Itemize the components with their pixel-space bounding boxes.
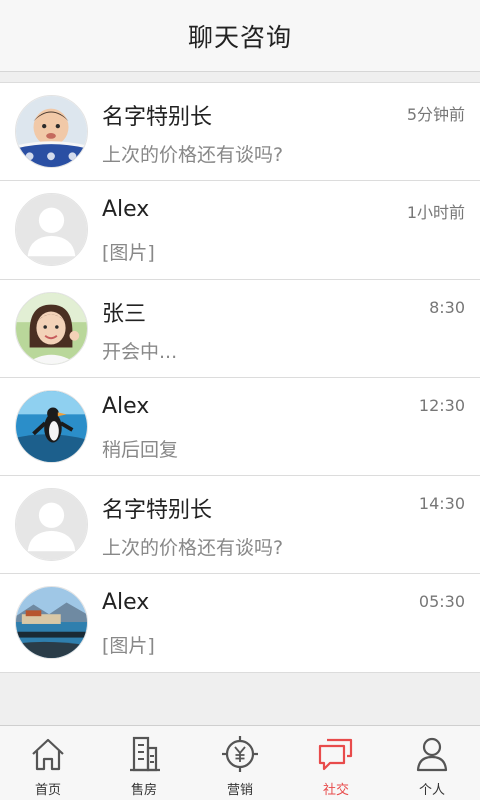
contact-name: Alex [102,590,150,616]
tab-label: 售房 [130,783,157,798]
tab-label: 首页 [34,783,61,798]
tab-profile[interactable]: 个人 [384,726,480,800]
avatar [15,193,88,267]
baby-photo-icon [16,96,87,167]
avatar [15,389,88,463]
conversation-item[interactable]: Alex [图片] 1小时前 [0,181,480,280]
conversation-item[interactable]: Alex [图片] 05:30 [0,574,480,673]
tab-sell-house[interactable]: 售房 [96,726,192,800]
page-title: 聊天咨询 [187,22,292,52]
message-time: 8:30 [429,297,465,317]
chat-bubbles-icon [318,738,353,771]
message-time: 12:30 [418,395,465,415]
message-preview: 稍后回复 [102,438,179,461]
home-icon [32,738,64,771]
default-user-icon [16,489,87,561]
message-time: 05:30 [418,592,465,612]
tab-marketing[interactable]: 营销 [192,726,288,800]
avatar [15,95,88,168]
conversation-item[interactable]: 名字特别长 上次的价格还有谈吗? 5分钟前 [0,83,480,182]
bottom-tab-bar: 首页 售房 营销 社交 个人 [0,725,480,800]
tab-label: 社交 [322,783,349,798]
conversation-item[interactable]: 张三 开会中... 8:30 [0,280,480,378]
message-time: 5分钟前 [406,105,465,124]
conversation-list: 名字特别长 上次的价格还有谈吗? 5分钟前 Alex [图片] 1小时前 张三 … [0,82,480,673]
contact-name: 张三 [102,301,147,327]
tab-label: 个人 [418,783,445,798]
conversation-item[interactable]: 名字特别长 上次的价格还有谈吗? 14:30 [0,476,480,575]
contact-name: Alex [102,393,150,419]
contact-name: 名字特别长 [102,498,213,524]
default-user-icon [16,194,87,266]
tab-home[interactable]: 首页 [0,726,96,800]
message-preview: 上次的价格还有谈吗? [102,144,284,166]
chat-screen: 聊天咨询 名字特别长 上次的价格还有谈吗? 5分钟前 Alex [图片] 1小时… [0,0,480,800]
building-icon [130,736,160,772]
avatar [15,586,88,660]
message-preview: [图片] [102,635,155,658]
penguin-photo-icon [16,390,87,462]
contact-name: Alex [102,197,150,223]
person-icon [416,737,448,772]
yuan-target-icon [222,736,258,772]
contact-name: 名字特别长 [102,105,213,130]
tab-label: 营销 [226,783,253,798]
beach-photo-icon [16,587,87,659]
conversation-item[interactable]: Alex 稍后回复 12:30 [0,378,480,477]
message-preview: 开会中... [102,340,178,363]
header-bar: 聊天咨询 [0,0,480,72]
message-time: 14:30 [418,494,465,514]
girl-photo-icon [16,292,87,364]
tab-social[interactable]: 社交 [288,726,384,800]
message-time: 1小时前 [406,203,465,223]
message-preview: 上次的价格还有谈吗? [102,537,284,560]
avatar [15,488,88,562]
avatar [15,291,88,365]
message-preview: [图片] [102,242,155,265]
